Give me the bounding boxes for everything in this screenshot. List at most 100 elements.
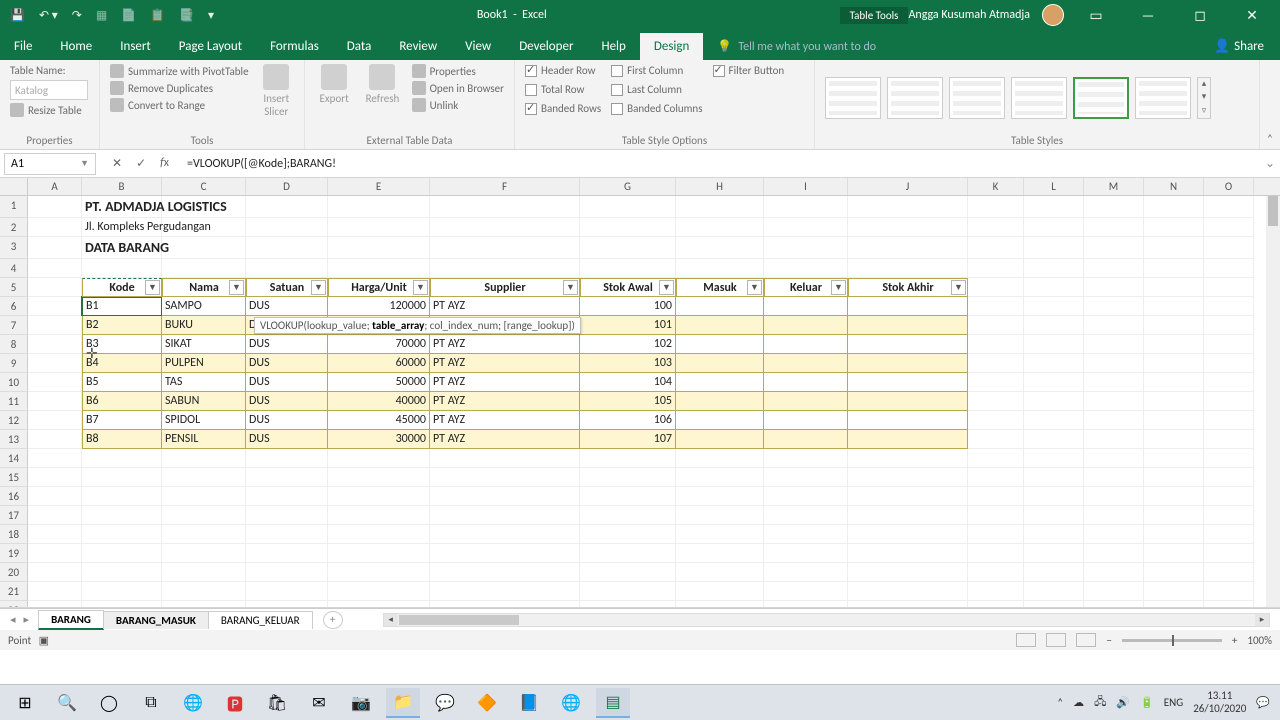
view-normal-icon[interactable] bbox=[1016, 633, 1036, 647]
filter-dropdown-icon[interactable]: ▼ bbox=[413, 280, 428, 295]
user-avatar-icon[interactable] bbox=[1042, 4, 1064, 26]
sheet-tab-barang-masuk[interactable]: BARANG_MASUK bbox=[103, 611, 209, 629]
table-styles-more[interactable]: ▴▾▿ bbox=[1197, 77, 1211, 119]
row-header[interactable]: 12 bbox=[0, 411, 28, 430]
filter-dropdown-icon[interactable]: ▼ bbox=[563, 280, 578, 295]
vertical-scrollbar[interactable] bbox=[1266, 196, 1280, 607]
zoom-in-icon[interactable]: + bbox=[1232, 634, 1237, 647]
filter-button-check[interactable]: Filter Button bbox=[713, 64, 785, 77]
tab-data[interactable]: Data bbox=[333, 33, 386, 60]
tab-home[interactable]: Home bbox=[46, 33, 106, 60]
row-header[interactable]: 17 bbox=[0, 506, 28, 525]
unlink-button[interactable]: Unlink bbox=[412, 98, 504, 112]
col-header[interactable]: H bbox=[676, 178, 764, 195]
col-header[interactable]: C bbox=[162, 178, 246, 195]
table-style-swatch[interactable] bbox=[1135, 77, 1191, 119]
user-name[interactable]: Angga Kusumah Atmadja bbox=[908, 8, 1030, 22]
tab-file[interactable]: File bbox=[0, 33, 46, 60]
tab-developer[interactable]: Developer bbox=[505, 33, 587, 60]
qat-icon[interactable]: 📋 bbox=[150, 8, 165, 23]
cancel-formula-icon[interactable]: ✕ bbox=[112, 156, 122, 171]
col-header[interactable]: I bbox=[764, 178, 848, 195]
col-header[interactable]: L bbox=[1024, 178, 1084, 195]
chevron-down-icon[interactable]: ▼ bbox=[80, 158, 89, 169]
language-indicator[interactable]: ENG bbox=[1164, 696, 1183, 709]
view-pagebreak-icon[interactable] bbox=[1076, 633, 1096, 647]
formula-input[interactable]: =VLOOKUP([@Kode];BARANG! bbox=[181, 157, 1260, 171]
col-header[interactable]: F bbox=[430, 178, 580, 195]
refresh-button[interactable]: Refresh bbox=[363, 64, 401, 132]
undo-icon[interactable]: ↶ ▾ bbox=[39, 8, 58, 23]
header-row-check[interactable]: Header Row bbox=[525, 64, 601, 77]
row-header[interactable]: 9 bbox=[0, 354, 28, 373]
col-header[interactable]: A bbox=[28, 178, 82, 195]
ribbon-mode-icon[interactable]: ▭ bbox=[1076, 7, 1116, 24]
col-header[interactable]: G bbox=[580, 178, 676, 195]
total-row-check[interactable]: Total Row bbox=[525, 83, 601, 96]
zoom-out-icon[interactable]: − bbox=[1106, 634, 1111, 647]
table-style-swatch[interactable] bbox=[887, 77, 943, 119]
explorer-icon[interactable]: 📁 bbox=[386, 688, 420, 718]
tab-review[interactable]: Review bbox=[385, 33, 451, 60]
row-header[interactable]: 22 bbox=[0, 601, 28, 608]
new-sheet-button[interactable]: + bbox=[323, 611, 343, 629]
network-icon[interactable]: 🖧 bbox=[1094, 693, 1106, 712]
row-header[interactable]: 14 bbox=[0, 449, 28, 468]
taskview-icon[interactable]: ⧉ bbox=[134, 688, 168, 718]
col-header[interactable]: B bbox=[82, 178, 162, 195]
notifications-icon[interactable]: 💬 bbox=[1256, 696, 1270, 709]
first-col-check[interactable]: First Column bbox=[611, 64, 702, 77]
expand-formula-icon[interactable]: ⌄ bbox=[1260, 156, 1280, 171]
table-properties-button[interactable]: Properties bbox=[412, 64, 504, 78]
system-clock[interactable]: 13.1126/10/2020 bbox=[1193, 690, 1246, 714]
filter-dropdown-icon[interactable]: ▼ bbox=[145, 280, 160, 295]
table-style-swatch[interactable] bbox=[825, 77, 881, 119]
tab-formulas[interactable]: Formulas bbox=[256, 33, 333, 60]
battery-icon[interactable]: 🔋 bbox=[1140, 696, 1154, 709]
enter-formula-icon[interactable]: ✓ bbox=[136, 156, 146, 171]
row-header[interactable]: 3 bbox=[0, 237, 28, 259]
share-button[interactable]: 👤 Share bbox=[1198, 33, 1280, 60]
sheet-tab-barang[interactable]: BARANG bbox=[38, 610, 104, 630]
row-header[interactable]: 2 bbox=[0, 218, 28, 237]
qat-more-icon[interactable]: ▾ bbox=[208, 8, 214, 23]
banded-rows-check[interactable]: Banded Rows bbox=[525, 102, 601, 115]
row-header[interactable]: 5 bbox=[0, 278, 28, 297]
worksheet-grid[interactable]: A B C D E F G H I J K L M N O 1234567891… bbox=[0, 178, 1280, 608]
filter-dropdown-icon[interactable]: ▼ bbox=[747, 280, 762, 295]
tray-expand-icon[interactable]: ˄ bbox=[1057, 696, 1063, 709]
qat-icon[interactable]: 📑 bbox=[179, 8, 194, 23]
app-icon[interactable]: 📷 bbox=[344, 688, 378, 718]
row-header[interactable]: 8 bbox=[0, 335, 28, 354]
mail-icon[interactable]: ✉ bbox=[302, 688, 336, 718]
table-style-swatch[interactable] bbox=[1073, 77, 1129, 119]
row-header[interactable]: 1 bbox=[0, 196, 28, 218]
col-header[interactable]: N bbox=[1144, 178, 1204, 195]
horizontal-scrollbar[interactable]: ◂ ▸ bbox=[383, 613, 1270, 627]
qat-icon[interactable]: ▦ bbox=[96, 8, 107, 23]
col-header[interactable]: M bbox=[1084, 178, 1144, 195]
tab-help[interactable]: Help bbox=[587, 33, 639, 60]
collapse-ribbon-icon[interactable]: ˄ bbox=[1260, 128, 1280, 149]
tab-page-layout[interactable]: Page Layout bbox=[165, 33, 256, 60]
row-header[interactable]: 18 bbox=[0, 525, 28, 544]
resize-table-button[interactable]: Resize Table bbox=[10, 103, 88, 117]
filter-dropdown-icon[interactable]: ▼ bbox=[831, 280, 846, 295]
cortana-icon[interactable]: ◯ bbox=[92, 688, 126, 718]
select-all-corner[interactable] bbox=[0, 178, 28, 195]
filter-dropdown-icon[interactable]: ▼ bbox=[659, 280, 674, 295]
row-header[interactable]: 7 bbox=[0, 316, 28, 335]
row-header[interactable]: 10 bbox=[0, 373, 28, 392]
col-header[interactable]: O bbox=[1204, 178, 1254, 195]
maximize-icon[interactable]: ◻ bbox=[1180, 7, 1220, 24]
sheet-tab-barang-keluar[interactable]: BARANG_KELUAR bbox=[208, 611, 313, 629]
row-header[interactable]: 15 bbox=[0, 468, 28, 487]
search-icon[interactable]: 🔍 bbox=[50, 688, 84, 718]
banded-cols-check[interactable]: Banded Columns bbox=[611, 102, 702, 115]
close-icon[interactable]: ✕ bbox=[1232, 7, 1272, 24]
chrome-icon[interactable]: 🌐 bbox=[176, 688, 210, 718]
tell-me-search[interactable]: 💡 Tell me what you want to do bbox=[703, 33, 890, 60]
volume-icon[interactable]: 🔊 bbox=[1116, 696, 1130, 709]
whatsapp-icon[interactable]: 💬 bbox=[428, 688, 462, 718]
col-header[interactable]: J bbox=[848, 178, 968, 195]
